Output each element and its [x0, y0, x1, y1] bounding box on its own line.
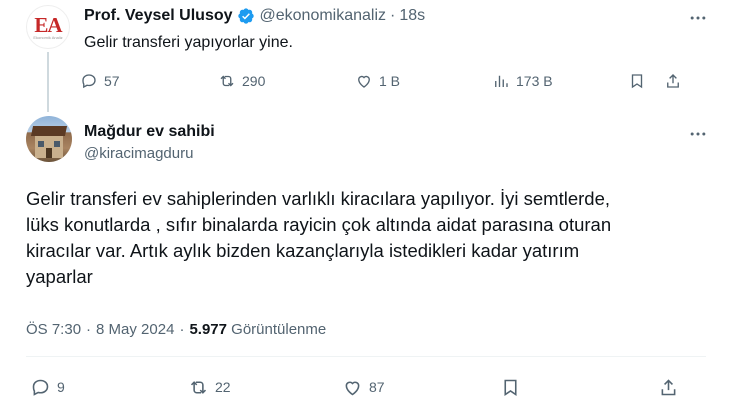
- parent-tweet-header: Prof. Veysel Ulusoy @ekonomikanaliz · 18…: [84, 6, 425, 26]
- verified-badge-icon: [237, 8, 254, 24]
- reply-count: 57: [104, 73, 120, 89]
- share-icon: [667, 74, 679, 88]
- retweet-icon: [220, 75, 234, 87]
- views-count: 173 B: [516, 73, 553, 89]
- tweet-text: Gelir transferi yapıyorlar yine.: [84, 34, 293, 51]
- retweet-button[interactable]: 22: [188, 376, 231, 398]
- views-label: Görüntülenme: [231, 321, 327, 338]
- avatar[interactable]: EA Ekonomik Analiz: [26, 5, 70, 49]
- retweet-icon: [190, 380, 207, 394]
- bookmark-button[interactable]: [628, 70, 646, 92]
- main-action-bar: 9 22 87: [30, 376, 690, 400]
- reply-count: 9: [57, 379, 65, 395]
- author-name[interactable]: Prof. Veysel Ulusoy: [84, 6, 233, 26]
- reply-button[interactable]: 57: [80, 70, 120, 92]
- like-count: 1 B: [379, 73, 401, 89]
- like-count: 87: [369, 379, 385, 395]
- bookmark-icon: [631, 74, 643, 89]
- thread-line: [47, 52, 49, 112]
- tweet-text: Gelir transferi ev sahiplerinden varlıkl…: [26, 188, 612, 287]
- reply-icon: [82, 74, 96, 89]
- house-roof: [30, 126, 68, 136]
- house-window: [38, 141, 44, 147]
- reply-button[interactable]: 9: [30, 376, 65, 398]
- separator-dot: ·: [86, 321, 92, 338]
- tweet-date[interactable]: 8 May 2024: [96, 321, 174, 338]
- like-button[interactable]: 1 B: [355, 70, 400, 92]
- avatar-logo: EA: [34, 12, 62, 37]
- tweet-time[interactable]: 18s: [399, 6, 425, 26]
- reply-icon: [32, 379, 49, 396]
- retweet-count: 22: [215, 379, 231, 395]
- separator-dot: ·: [390, 7, 396, 24]
- views-count: 5.977: [189, 321, 227, 338]
- bookmark-button[interactable]: [500, 376, 521, 398]
- retweet-count: 290: [242, 73, 266, 89]
- tweet-time[interactable]: ÖS 7:30: [26, 321, 81, 338]
- author-name[interactable]: Mağdur ev sahibi: [84, 122, 215, 142]
- views-icon: [495, 75, 508, 87]
- share-button[interactable]: [664, 70, 682, 92]
- house-window: [54, 141, 60, 147]
- parent-tweet[interactable]: EA Ekonomik Analiz Prof. Veysel Ulusoy @…: [0, 0, 730, 112]
- divider: [26, 356, 706, 357]
- bookmark-icon: [504, 379, 517, 396]
- house-door: [46, 148, 52, 158]
- more-icon[interactable]: [688, 124, 708, 144]
- avatar[interactable]: [26, 116, 72, 162]
- like-icon: [345, 381, 360, 395]
- like-icon: [358, 75, 370, 88]
- avatar-logo-subtitle: Ekonomik Analiz: [33, 34, 63, 40]
- share-button[interactable]: [658, 376, 679, 398]
- like-button[interactable]: 87: [342, 376, 385, 398]
- views-button[interactable]: 173 B: [492, 70, 553, 92]
- retweet-button[interactable]: 290: [218, 70, 265, 92]
- author-handle[interactable]: @kiracimagduru: [84, 144, 193, 164]
- parent-action-bar: 57 290 1 B 173 B: [80, 70, 690, 92]
- tweet-meta: ÖS 7:30 · 8 May 2024 · 5.977 Görüntülenme: [26, 320, 326, 340]
- separator-dot: ·: [179, 321, 185, 338]
- share-icon: [661, 378, 676, 395]
- more-icon[interactable]: [688, 8, 708, 28]
- author-handle[interactable]: @ekonomikanaliz: [260, 6, 387, 26]
